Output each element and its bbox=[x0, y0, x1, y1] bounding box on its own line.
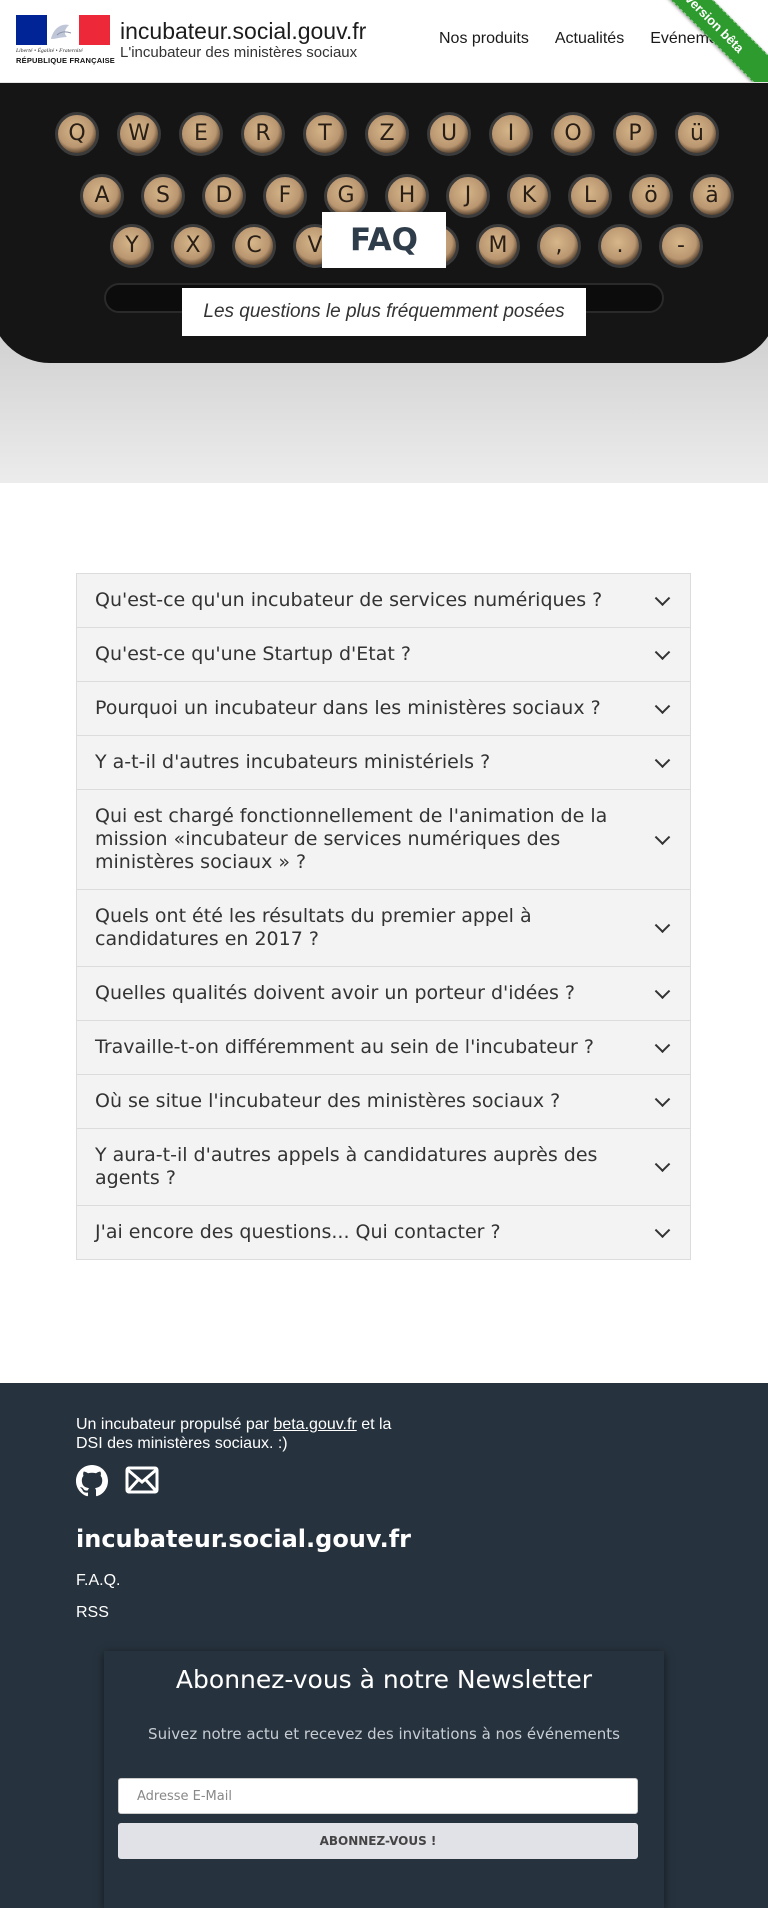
chevron-down-icon[interactable] bbox=[654, 982, 671, 999]
faq-question[interactable]: Y a-t-il d'autres incubateurs ministérie… bbox=[77, 736, 690, 790]
page-subtitle: Les questions le plus fréquemment posées bbox=[182, 288, 586, 336]
typewriter-key: U bbox=[427, 112, 471, 156]
chevron-down-icon[interactable] bbox=[654, 828, 671, 845]
page-title: FAQ bbox=[322, 212, 446, 268]
faq-question[interactable]: Quels ont été les résultats du premier a… bbox=[77, 890, 690, 967]
faq-question[interactable]: Qui est chargé fonctionnellement de l'an… bbox=[77, 790, 690, 890]
faq-question-text: Où se situe l'incubateur des ministères … bbox=[95, 1090, 561, 1112]
chevron-down-icon[interactable] bbox=[654, 643, 671, 660]
footer-link-faq[interactable]: F.A.Q. bbox=[76, 1572, 120, 1590]
faq-question-text: Travaille-t-on différemment au sein de l… bbox=[95, 1036, 594, 1058]
mail-icon[interactable] bbox=[125, 1465, 159, 1502]
hero-banner: QWERTZUIOPüASDFGHJKLöäYXCVBNM,.- FAQ Les… bbox=[0, 83, 768, 483]
faq-accordion: Qu'est-ce qu'un incubateur de services n… bbox=[76, 573, 691, 1260]
social-links bbox=[76, 1465, 159, 1502]
faq-question-text: Qu'est-ce qu'une Startup d'Etat ? bbox=[95, 643, 411, 665]
chevron-down-icon[interactable] bbox=[654, 589, 671, 606]
faq-question[interactable]: Y aura-t-il d'autres appels à candidatur… bbox=[77, 1129, 690, 1206]
typewriter-key: ä bbox=[690, 174, 734, 218]
faq-question[interactable]: Qu'est-ce qu'une Startup d'Etat ? bbox=[77, 628, 690, 682]
typewriter-key: P bbox=[613, 112, 657, 156]
faq-question-text: Quels ont été les résultats du premier a… bbox=[95, 905, 532, 950]
chevron-down-icon[interactable] bbox=[654, 1036, 671, 1053]
faq-question-text: Y aura-t-il d'autres appels à candidatur… bbox=[95, 1144, 598, 1189]
typewriter-key: A bbox=[80, 174, 124, 218]
typewriter-key: W bbox=[117, 112, 161, 156]
faq-question[interactable]: Pourquoi un incubateur dans les ministèr… bbox=[77, 682, 690, 736]
footer-brand[interactable]: incubateur.social.gouv.fr bbox=[76, 1525, 411, 1553]
typewriter-key: - bbox=[659, 224, 703, 268]
email-input[interactable] bbox=[118, 1778, 638, 1814]
french-flag-icon bbox=[16, 15, 110, 45]
typewriter-key: D bbox=[202, 174, 246, 218]
faq-question[interactable]: Travaille-t-on différemment au sein de l… bbox=[77, 1021, 690, 1075]
newsletter-description: Suivez notre actu et recevez des invitat… bbox=[148, 1725, 620, 1743]
typewriter-key: T bbox=[303, 112, 347, 156]
typewriter-key: M bbox=[476, 224, 520, 268]
typewriter-key: F bbox=[263, 174, 307, 218]
typewriter-key: R bbox=[241, 112, 285, 156]
faq-question-text: Quelles qualités doivent avoir un porteu… bbox=[95, 982, 576, 1004]
newsletter-panel: Abonnez-vous à notre Newsletter Suivez n… bbox=[104, 1651, 664, 1908]
republique-francaise-logo[interactable]: Liberté • Égalité • Fraternité RÉPUBLIQU… bbox=[16, 15, 116, 67]
nav-item-actualites[interactable]: Actualités bbox=[555, 30, 624, 48]
faq-question-text: J'ai encore des questions... Qui contact… bbox=[95, 1221, 501, 1243]
credit-text: Un incubateur propulsé par bbox=[76, 1416, 274, 1433]
logo-motto: Liberté • Égalité • Fraternité bbox=[16, 48, 83, 54]
faq-question[interactable]: Où se situe l'incubateur des ministères … bbox=[77, 1075, 690, 1129]
site-header: Liberté • Égalité • Fraternité RÉPUBLIQU… bbox=[0, 0, 768, 83]
typewriter-key: K bbox=[507, 174, 551, 218]
typewriter-key: O bbox=[551, 112, 595, 156]
site-title[interactable]: incubateur.social.gouv.fr L'incubateur d… bbox=[120, 18, 366, 62]
faq-question-text: Qu'est-ce qu'un incubateur de services n… bbox=[95, 589, 603, 611]
typewriter-key: S bbox=[141, 174, 185, 218]
chevron-down-icon[interactable] bbox=[654, 1090, 671, 1107]
faq-question[interactable]: Quelles qualités doivent avoir un porteu… bbox=[77, 967, 690, 1021]
faq-question[interactable]: Qu'est-ce qu'un incubateur de services n… bbox=[77, 574, 690, 628]
typewriter-key: E bbox=[179, 112, 223, 156]
beta-gouv-link[interactable]: beta.gouv.fr bbox=[273, 1416, 356, 1433]
chevron-down-icon[interactable] bbox=[654, 917, 671, 934]
newsletter-title: Abonnez-vous à notre Newsletter bbox=[175, 1665, 593, 1694]
faq-question-text: Pourquoi un incubateur dans les ministèr… bbox=[95, 697, 601, 719]
nav-item-produits[interactable]: Nos produits bbox=[439, 30, 529, 48]
typewriter-key: J bbox=[446, 174, 490, 218]
github-icon[interactable] bbox=[76, 1465, 108, 1502]
typewriter-key: . bbox=[598, 224, 642, 268]
typewriter-key: ö bbox=[629, 174, 673, 218]
site-footer: Un incubateur propulsé par beta.gouv.fr … bbox=[0, 1383, 768, 1908]
logo-label: RÉPUBLIQUE FRANÇAISE bbox=[16, 56, 116, 65]
faq-question-text: Qui est chargé fonctionnellement de l'an… bbox=[95, 805, 608, 873]
chevron-down-icon[interactable] bbox=[654, 697, 671, 714]
typewriter-key: Z bbox=[365, 112, 409, 156]
chevron-down-icon[interactable] bbox=[654, 1221, 671, 1238]
typewriter-key: L bbox=[568, 174, 612, 218]
faq-question-text: Y a-t-il d'autres incubateurs ministérie… bbox=[95, 751, 491, 773]
site-name[interactable]: incubateur.social.gouv.fr bbox=[120, 18, 366, 44]
faq-question[interactable]: J'ai encore des questions... Qui contact… bbox=[77, 1206, 690, 1259]
site-tagline: L'incubateur des ministères sociaux bbox=[120, 44, 358, 61]
typewriter-key: I bbox=[489, 112, 533, 156]
footer-credit: Un incubateur propulsé par beta.gouv.fr … bbox=[76, 1415, 406, 1453]
typewriter-key: Y bbox=[110, 224, 154, 268]
typewriter-key: C bbox=[232, 224, 276, 268]
typewriter-key: , bbox=[537, 224, 581, 268]
typewriter-key: X bbox=[171, 224, 215, 268]
chevron-down-icon[interactable] bbox=[654, 1156, 671, 1173]
typewriter-key: Q bbox=[55, 112, 99, 156]
subscribe-button[interactable]: ABONNEZ-VOUS ! bbox=[118, 1823, 638, 1859]
footer-link-rss[interactable]: RSS bbox=[76, 1604, 109, 1622]
typewriter-key: ü bbox=[675, 112, 719, 156]
chevron-down-icon[interactable] bbox=[654, 751, 671, 768]
